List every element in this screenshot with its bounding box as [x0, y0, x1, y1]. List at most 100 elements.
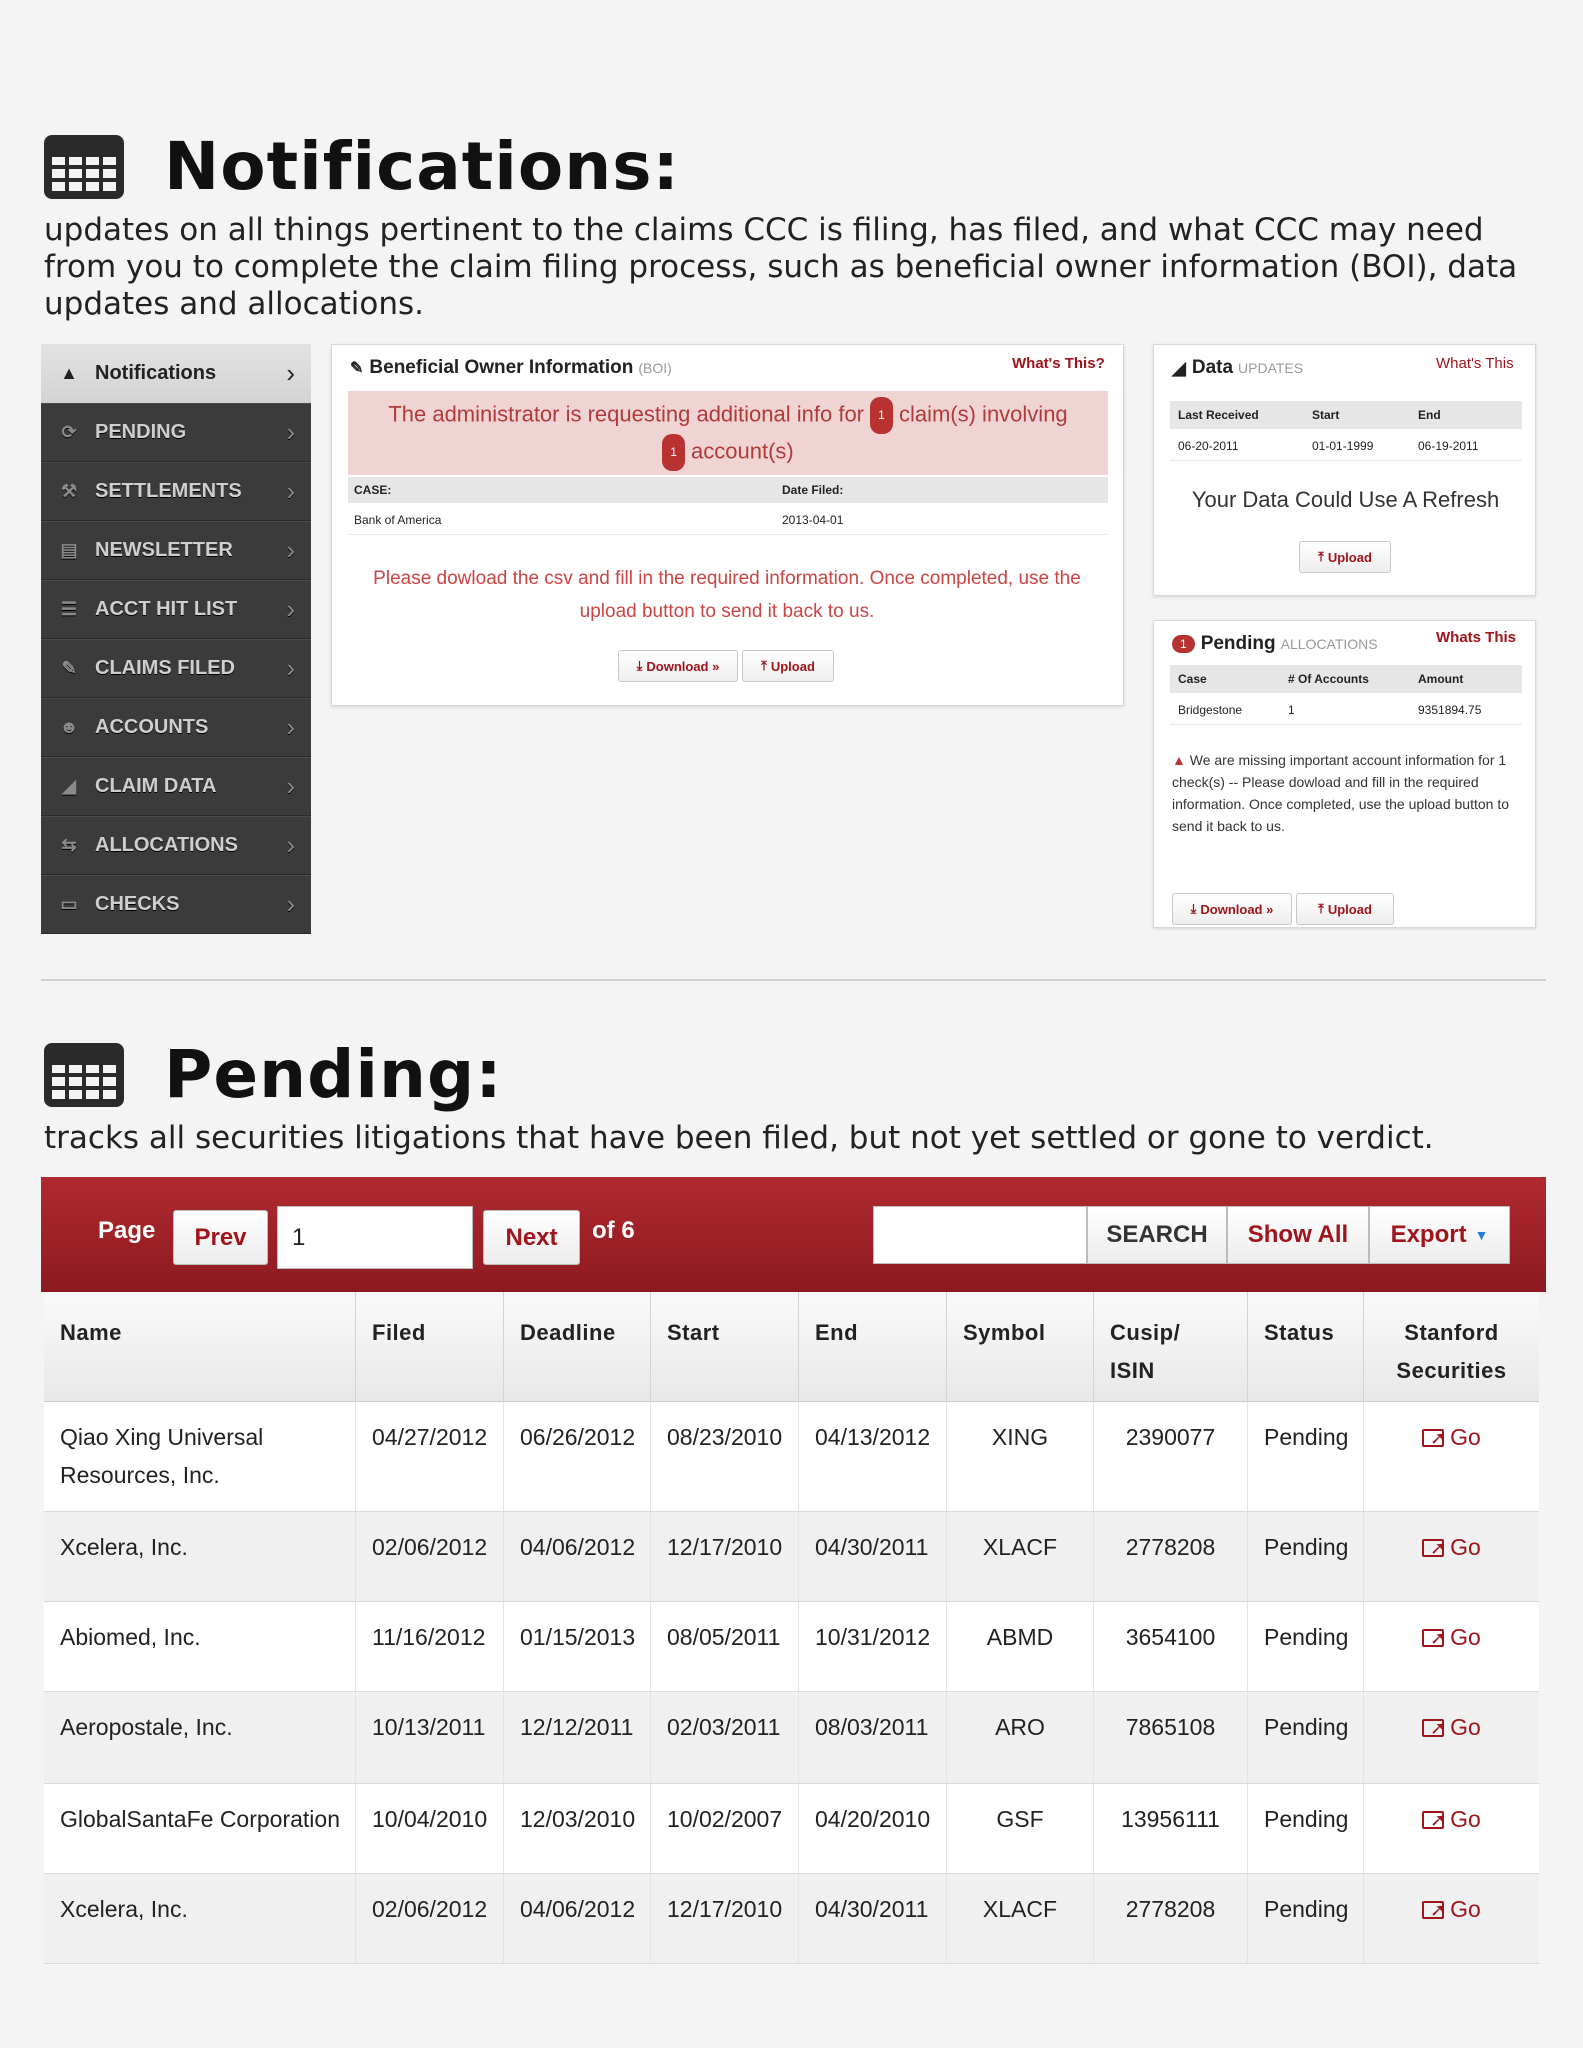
chevron-right-icon: ›: [286, 830, 295, 860]
chevron-right-icon: ›: [286, 535, 295, 565]
column-header[interactable]: Stanford Securities: [1364, 1292, 1539, 1402]
stanford-go-link[interactable]: Go: [1422, 1419, 1481, 1457]
export-button[interactable]: Export ▼: [1369, 1206, 1510, 1264]
upload-button[interactable]: ⤒ Upload: [742, 650, 834, 682]
sidebar-item-acct-hit-list[interactable]: ☰ ACCT HIT LIST ›: [41, 580, 311, 639]
export-label: Export: [1390, 1221, 1467, 1248]
stanford-go-link[interactable]: Go: [1422, 1529, 1481, 1567]
sidebar-item-accounts[interactable]: ☻ ACCOUNTS ›: [41, 698, 311, 757]
cusip-cell: 13956111: [1094, 1784, 1248, 1873]
download-button[interactable]: ⤓ Download »: [618, 650, 738, 682]
sidebar-item-checks[interactable]: ▭ CHECKS ›: [41, 875, 311, 934]
sidebar-item-claim-data[interactable]: ◢ CLAIM DATA ›: [41, 757, 311, 816]
download-button[interactable]: ⤓ Download »: [1172, 893, 1292, 925]
table-row[interactable]: Aeropostale, Inc. 10/13/2011 12/12/2011 02/…: [44, 1692, 1539, 1784]
filed-cell: 10/13/2011: [356, 1692, 504, 1783]
column-header: Last Received: [1178, 408, 1259, 422]
gavel-icon: ⚒: [60, 481, 78, 501]
table-row[interactable]: Xcelera, Inc. 02/06/2012 04/06/2012 12/17/2…: [44, 1874, 1539, 1964]
column-header[interactable]: Filed: [356, 1292, 504, 1402]
chevron-right-icon: ›: [286, 889, 295, 919]
stanford-go-cell: Go: [1364, 1874, 1539, 1963]
column-header[interactable]: End: [799, 1292, 947, 1402]
button-label: Upload: [1327, 901, 1372, 917]
company-name-cell: Xcelera, Inc.: [44, 1874, 356, 1963]
deadline-cell: 12/03/2010: [504, 1784, 651, 1873]
caret-down-icon: ▼: [1474, 1227, 1489, 1243]
deadline-cell: 01/15/2013: [504, 1602, 651, 1691]
external-link-icon: [1422, 1419, 1445, 1457]
show-all-button[interactable]: Show All: [1227, 1206, 1369, 1264]
cusip-cell: 2778208: [1094, 1512, 1248, 1601]
notifications-heading: Notifications:: [44, 128, 680, 205]
symbol-cell: XING: [947, 1402, 1094, 1511]
stanford-go-link[interactable]: Go: [1422, 1709, 1481, 1747]
sidebar-item-label: Notifications: [95, 362, 217, 384]
stanford-go-link[interactable]: Go: [1422, 1801, 1481, 1839]
end-cell: 10/31/2012: [799, 1602, 947, 1691]
boi-instructions: Please dowload the csv and fill in the r…: [373, 568, 1081, 622]
sidebar-item-claims-filed[interactable]: ✎ CLAIMS FILED ›: [41, 639, 311, 698]
stanford-go-link[interactable]: Go: [1422, 1619, 1481, 1657]
search-button[interactable]: SEARCH: [1087, 1206, 1227, 1264]
upload-button[interactable]: ⤒ Upload: [1296, 893, 1394, 925]
end-cell: 06-19-2011: [1418, 438, 1479, 453]
column-header: Amount: [1418, 672, 1464, 686]
search-input[interactable]: [873, 1206, 1087, 1264]
boi-title-suffix: (BOI): [638, 360, 672, 376]
accounts-cell: 1: [1288, 702, 1295, 717]
chevron-right-icon: ›: [286, 653, 295, 683]
ticket-icon: ✎: [350, 360, 364, 377]
sidebar-item-allocations[interactable]: ⇆ ALLOCATIONS ›: [41, 816, 311, 875]
download-icon: ⤓: [636, 658, 643, 673]
sidebar-item-label: ACCOUNTS: [95, 716, 209, 738]
data-table-header: Last Received Start End: [1170, 401, 1522, 429]
deadline-cell: 04/06/2012: [504, 1874, 651, 1963]
data-updates-card: ◢ Data UPDATES What's This Last Received…: [1153, 344, 1536, 596]
column-header[interactable]: Deadline: [504, 1292, 651, 1402]
table-row[interactable]: Qiao Xing Universal Resources, Inc. 04/27/…: [44, 1402, 1539, 1512]
chevron-right-icon: ›: [286, 358, 295, 388]
chart-icon: ◢: [62, 776, 76, 796]
status-cell: Pending: [1248, 1402, 1364, 1511]
column-header[interactable]: Status: [1248, 1292, 1364, 1402]
table-row[interactable]: GlobalSantaFe Corporation 10/04/2010 12/03…: [44, 1784, 1539, 1874]
sidebar-item-newsletter[interactable]: ▤ NEWSLETTER ›: [41, 521, 311, 580]
sidebar-item-label: PENDING: [95, 421, 187, 443]
pending-card-header: 1 Pending ALLOCATIONS: [1172, 633, 1378, 655]
data-card-title-suffix: UPDATES: [1238, 360, 1304, 376]
data-whats-this-link[interactable]: What's This: [1436, 355, 1514, 372]
column-header[interactable]: Start: [651, 1292, 799, 1402]
boi-whats-this-link[interactable]: What's This?: [1012, 355, 1105, 372]
upload-icon: ⤒: [1318, 549, 1324, 564]
external-link-icon: [1422, 1891, 1445, 1929]
column-header[interactable]: Cusip/ISIN: [1094, 1292, 1248, 1402]
sidebar-item-notifications[interactable]: ▲ Notifications ›: [41, 344, 311, 403]
status-cell: Pending: [1248, 1512, 1364, 1601]
prev-button[interactable]: Prev: [173, 1210, 268, 1265]
sidebar-item-settlements[interactable]: ⚒ SETTLEMENTS ›: [41, 462, 311, 521]
page-number-input[interactable]: 1: [277, 1206, 473, 1269]
table-row[interactable]: Abiomed, Inc. 11/16/2012 01/15/2013 08/05/2…: [44, 1602, 1539, 1692]
column-header[interactable]: Symbol: [947, 1292, 1094, 1402]
table-row[interactable]: Xcelera, Inc. 02/06/2012 04/06/2012 12/17/2…: [44, 1512, 1539, 1602]
upload-button[interactable]: ⤒ Upload: [1299, 541, 1391, 573]
end-cell: 04/20/2010: [799, 1784, 947, 1873]
sidebar-item-label: SETTLEMENTS: [95, 480, 242, 502]
data-card-title: Data: [1191, 357, 1234, 378]
symbol-cell: XLACF: [947, 1512, 1094, 1601]
cusip-cell: 2390077: [1094, 1402, 1248, 1511]
sidebar-item-pending[interactable]: ⟳ PENDING ›: [41, 403, 311, 462]
external-link-icon: [1422, 1801, 1445, 1839]
column-header[interactable]: Name: [44, 1292, 356, 1402]
table-row: 06-20-2011 01-01-1999 06-19-2011: [1170, 431, 1522, 461]
stanford-go-cell: Go: [1364, 1512, 1539, 1601]
table-header-row: Name Filed Deadline Start End Symbol Cusip/ISI…: [44, 1292, 1539, 1402]
page-count-label: of 6: [592, 1217, 635, 1244]
external-link-icon: [1422, 1619, 1445, 1657]
next-button[interactable]: Next: [483, 1210, 580, 1265]
stanford-go-link[interactable]: Go: [1422, 1891, 1481, 1929]
upload-icon: ⤒: [761, 658, 767, 673]
pending-whats-this-link[interactable]: Whats This: [1436, 629, 1516, 646]
sidebar-item-label: NEWSLETTER: [95, 539, 233, 561]
